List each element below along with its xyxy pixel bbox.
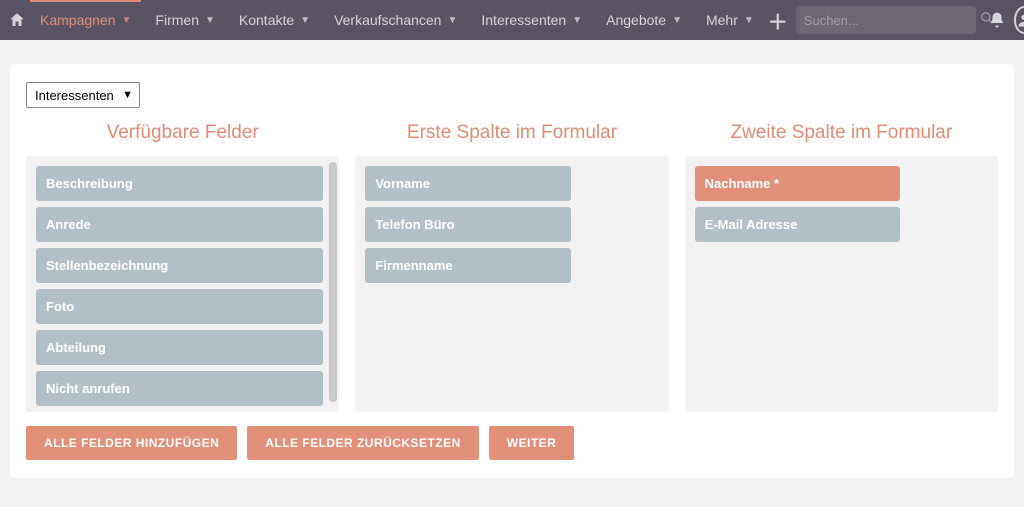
field-label: Firmenname [375,258,452,273]
top-nav: Kampagnen ▼ Firmen ▼ Kontakte ▼ Verkaufs… [0,0,1024,40]
field-chip[interactable]: Abteilung [36,330,323,365]
column-title: Erste Spalte im Formular [355,122,668,144]
nav-label: Interessenten [481,12,566,28]
chevron-down-icon: ▼ [572,15,582,26]
field-chip[interactable]: Stellenbezeichnung [36,248,323,283]
field-chip[interactable]: Telefon Büro [365,207,570,242]
field-label: Nachname * [705,176,779,191]
nav-label: Verkaufschancen [334,12,441,28]
chevron-down-icon: ▼ [672,15,682,26]
reset-all-button[interactable]: ALLE FELDER ZURÜCKSETZEN [247,426,479,460]
column-title: Zweite Spalte im Formular [685,122,998,144]
nav-interessenten[interactable]: Interessenten ▼ [471,0,592,40]
field-chip[interactable]: Nicht anrufen [36,371,323,406]
field-label: Anrede [46,217,91,232]
field-chip[interactable]: E-Mail Adresse [695,207,900,242]
field-label: Telefon Büro [375,217,454,232]
field-label: Stellenbezeichnung [46,258,168,273]
field-chip[interactable]: Foto [36,289,323,324]
add-icon[interactable]: ＋ [768,6,788,35]
nav-angebote[interactable]: Angebote ▼ [596,0,692,40]
nav-kontakte[interactable]: Kontakte ▼ [229,0,320,40]
column-title: Verfügbare Felder [26,122,339,144]
search-box[interactable] [796,6,976,34]
nav-label: Firmen [155,12,199,28]
chevron-down-icon: ▼ [122,15,132,26]
avatar[interactable] [1014,6,1024,34]
page-card: Interessenten ▼ Verfügbare Felder Beschr… [10,64,1014,478]
field-label: Foto [46,299,74,314]
field-chip[interactable]: Beschreibung [36,166,323,201]
nav-mehr[interactable]: Mehr ▼ [696,0,764,40]
field-chip-required[interactable]: Nachname * [695,166,900,201]
chevron-down-icon: ▼ [300,15,310,26]
chevron-down-icon: ▼ [744,15,754,26]
second-column: Zweite Spalte im Formular Nachname * E-M… [685,122,998,412]
field-label: Beschreibung [46,176,133,191]
add-all-button[interactable]: ALLE FELDER HINZUFÜGEN [26,426,237,460]
home-icon[interactable] [8,0,26,40]
chevron-down-icon: ▼ [122,89,133,101]
available-column: Verfügbare Felder Beschreibung Anrede St… [26,122,339,412]
select-value: Interessenten [35,88,114,103]
available-drop-area[interactable]: Beschreibung Anrede Stellenbezeichnung F… [26,156,339,412]
nav-label: Angebote [606,12,666,28]
nav-kampagnen[interactable]: Kampagnen ▼ [30,0,141,39]
nav-label: Mehr [706,12,738,28]
second-drop-area[interactable]: Nachname * E-Mail Adresse [685,156,998,412]
nav-label: Kampagnen [40,12,116,28]
entity-select[interactable]: Interessenten ▼ [26,82,140,108]
field-label: Abteilung [46,340,106,355]
first-drop-area[interactable]: Vorname Telefon Büro Firmenname [355,156,668,412]
nav-verkaufschancen[interactable]: Verkaufschancen ▼ [324,0,467,40]
field-label: Vorname [375,176,430,191]
field-label: Nicht anrufen [46,381,130,396]
scrollbar-thumb[interactable] [329,162,337,402]
chevron-down-icon: ▼ [205,15,215,26]
nav-label: Kontakte [239,12,294,28]
first-column: Erste Spalte im Formular Vorname Telefon… [355,122,668,412]
bell-icon[interactable] [988,0,1006,40]
field-label: E-Mail Adresse [705,217,798,232]
search-input[interactable] [804,13,980,28]
continue-button[interactable]: WEITER [489,426,575,460]
field-chip[interactable]: Anrede [36,207,323,242]
field-chip[interactable]: Firmenname [365,248,570,283]
nav-firmen[interactable]: Firmen ▼ [145,0,224,40]
field-chip[interactable]: Vorname [365,166,570,201]
chevron-down-icon: ▼ [447,15,457,26]
